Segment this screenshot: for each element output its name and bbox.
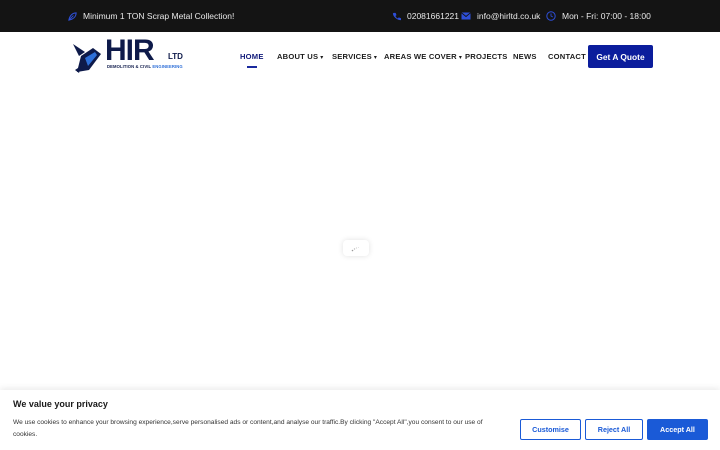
top-bar: Minimum 1 TON Scrap Metal Collection! 02…	[0, 0, 720, 32]
nav-label: ABOUT US	[277, 52, 319, 61]
logo-brand: HIR	[105, 34, 155, 67]
nav-item-about-us[interactable]: ABOUT US ▾	[277, 52, 323, 61]
company-logo[interactable]: HIR LTD DEMOLITION & CIVIL ENGINEERING	[71, 36, 191, 74]
nav-item-news[interactable]: NEWS	[513, 52, 537, 61]
promo-notice: Minimum 1 TON Scrap Metal Collection!	[68, 0, 234, 32]
logo-tagline: DEMOLITION & CIVIL ENGINEERING	[107, 64, 183, 69]
phone-link[interactable]: 02081661221	[392, 0, 459, 32]
cookie-consent-banner: We value your privacy We use cookies to …	[0, 390, 720, 450]
logo-mark-icon	[71, 42, 105, 79]
nav-item-home[interactable]: HOME	[240, 52, 264, 61]
chevron-down-icon: ▾	[373, 55, 378, 61]
chevron-down-icon: ▾	[458, 55, 463, 61]
opening-hours: Mon - Fri: 07:00 - 18:00	[546, 0, 651, 32]
email-link[interactable]: info@hirltd.co.uk	[461, 0, 540, 32]
leaf-icon	[68, 11, 77, 21]
site-header: HIR LTD DEMOLITION & CIVIL ENGINEERING H…	[0, 32, 720, 82]
nav-label: AREAS WE COVER	[384, 52, 457, 61]
cookie-title: We value your privacy	[13, 399, 108, 409]
active-nav-indicator	[247, 66, 257, 68]
email-address: info@hirltd.co.uk	[477, 11, 541, 21]
page-loader	[343, 240, 369, 256]
chevron-down-icon: ▾	[320, 55, 324, 61]
promo-text: Minimum 1 TON Scrap Metal Collection!	[83, 11, 235, 21]
phone-number: 02081661221	[407, 11, 460, 21]
spinner-icon	[351, 239, 361, 257]
logo-tagline-main: DEMOLITION & CIVIL	[107, 64, 152, 69]
phone-icon	[392, 12, 401, 21]
logo-suffix: LTD	[168, 52, 183, 61]
cookie-description: We use cookies to enhance your browsing …	[13, 419, 483, 438]
get-a-quote-button[interactable]: Get A Quote	[588, 45, 653, 68]
nav-item-areas-we-cover[interactable]: AREAS WE COVER ▾	[384, 52, 462, 61]
reject-all-button[interactable]: Reject All	[585, 419, 643, 440]
clock-icon	[546, 11, 556, 21]
logo-tagline-accent: ENGINEERING	[152, 64, 183, 69]
accept-all-button[interactable]: Accept All	[647, 419, 708, 440]
nav-label: SERVICES	[332, 52, 372, 61]
customise-button[interactable]: Customise	[520, 419, 581, 440]
envelope-icon	[461, 12, 471, 20]
nav-item-projects[interactable]: PROJECTS	[465, 52, 508, 61]
hours-text: Mon - Fri: 07:00 - 18:00	[562, 11, 651, 21]
nav-item-services[interactable]: SERVICES ▾	[332, 52, 377, 61]
nav-item-contact[interactable]: CONTACT	[548, 52, 586, 61]
